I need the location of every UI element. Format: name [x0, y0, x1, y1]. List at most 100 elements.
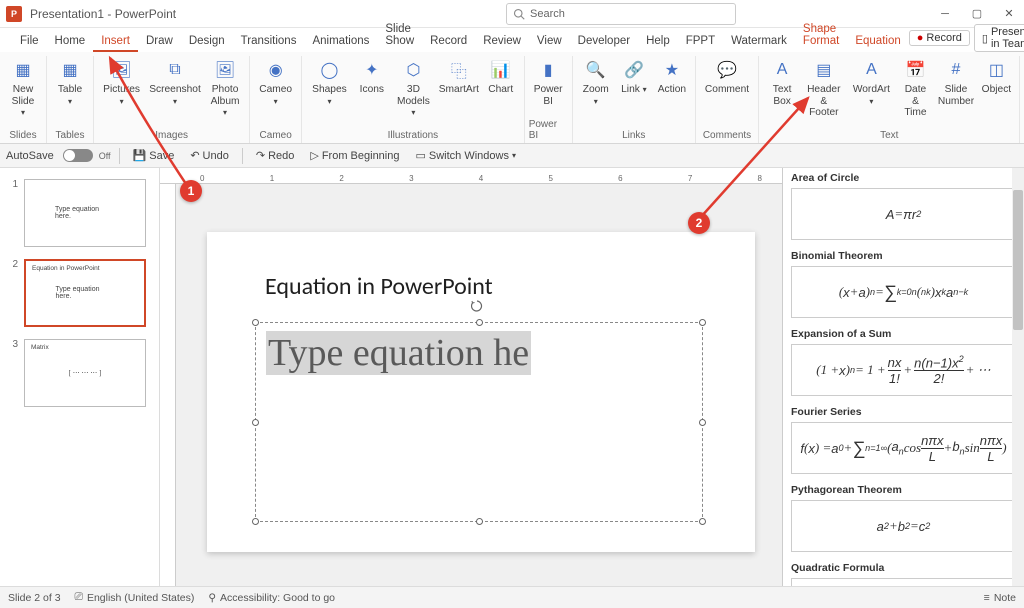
- content-placeholder-box[interactable]: Type equation he: [255, 322, 703, 522]
- ribbon-text-box-button[interactable]: ATextBox: [763, 56, 801, 130]
- switch-windows-button[interactable]: ▭Switch Windows▾: [410, 147, 521, 164]
- tab-shape-format[interactable]: Shape Format: [795, 20, 847, 52]
- equation-placeholder-text[interactable]: Type equation he: [266, 331, 531, 375]
- chevron-down-icon: ▾: [643, 85, 647, 94]
- ribbon-zoom-button[interactable]: 🔍Zoom ▾: [577, 56, 615, 130]
- close-button[interactable]: ✕: [1000, 5, 1018, 23]
- present-in-teams-button[interactable]: ▯Present in Teams: [974, 24, 1024, 52]
- window-controls: ─ ▢ ✕: [936, 5, 1018, 23]
- slide-title-text[interactable]: Equation in PowerPoint: [265, 272, 493, 301]
- ribbon-cameo-button[interactable]: ◉Cameo ▾: [254, 56, 297, 130]
- slide-thumbnail-pane[interactable]: 1Type equation here.2Equation in PowerPo…: [0, 168, 160, 586]
- zoom-icon: 🔍: [585, 59, 607, 81]
- equation-gallery-pane[interactable]: Area of CircleA = πr2Binomial Theorem(x …: [782, 168, 1024, 586]
- ribbon-link-button[interactable]: 🔗Link ▾: [615, 56, 653, 130]
- resize-handle[interactable]: [476, 518, 483, 525]
- equation-item-preview[interactable]: (x + a)n = ∑k=0n (nk) xkan−k: [791, 266, 1016, 318]
- resize-handle[interactable]: [699, 319, 706, 326]
- ribbon-table-button[interactable]: ▦Table ▾: [51, 56, 89, 130]
- tab-file[interactable]: File: [12, 32, 47, 52]
- ribbon-object-button[interactable]: ◫Object: [977, 56, 1015, 130]
- ribbon-power-bi-button[interactable]: ▮PowerBI: [529, 56, 568, 119]
- thumbnail-number: 1: [8, 179, 18, 190]
- cameo-icon: ◉: [265, 59, 287, 81]
- maximize-button[interactable]: ▢: [968, 5, 986, 23]
- ribbon-screenshot-button[interactable]: ⧉Screenshot ▾: [145, 56, 205, 130]
- resize-handle[interactable]: [252, 518, 259, 525]
- tab-slideshow[interactable]: Slide Show: [377, 20, 422, 52]
- redo-button[interactable]: ↷Redo: [251, 147, 300, 164]
- ribbon--d-models-button[interactable]: ⬡3DModels ▾: [391, 56, 436, 130]
- resize-handle[interactable]: [476, 319, 483, 326]
- ribbon-item-label: Link ▾: [621, 84, 647, 96]
- tab-help[interactable]: Help: [638, 32, 678, 52]
- comment-icon: 💬: [716, 59, 738, 81]
- equation-item-preview[interactable]: A = πr2: [791, 188, 1016, 240]
- ribbon-shapes-button[interactable]: ◯Shapes ▾: [306, 56, 353, 130]
- ribbon-group-cameo: ◉Cameo ▾Cameo: [250, 56, 302, 143]
- slide-thumbnail[interactable]: Type equation here.: [24, 179, 146, 247]
- ribbon-slide-number-button[interactable]: #SlideNumber: [935, 56, 978, 130]
- scrollbar-thumb[interactable]: [1013, 190, 1023, 330]
- ribbon-smartart-button[interactable]: ⿻SmartArt: [436, 56, 482, 130]
- tab-view[interactable]: View: [529, 32, 570, 52]
- resize-handle[interactable]: [699, 518, 706, 525]
- from-beginning-button[interactable]: ▷From Beginning: [305, 147, 404, 164]
- tab-watermark[interactable]: Watermark: [723, 32, 795, 52]
- slide-canvas[interactable]: Equation in PowerPoint Type equation he: [207, 232, 755, 552]
- equation-item-preview[interactable]: f(x) = a0 + ∑n=1∞ (an cos nπxL + bn sin …: [791, 422, 1016, 474]
- slide-editor-area[interactable]: 012345678 Equation in PowerPoint Type eq…: [160, 168, 782, 586]
- tab-animations[interactable]: Animations: [304, 32, 377, 52]
- tab-developer[interactable]: Developer: [570, 32, 638, 52]
- icons-icon: ✦: [361, 59, 383, 81]
- tab-draw[interactable]: Draw: [138, 32, 181, 52]
- tab-review[interactable]: Review: [475, 32, 529, 52]
- ribbon-comment-button[interactable]: 💬Comment: [700, 56, 754, 130]
- ribbon-new-slide-button[interactable]: ▦NewSlide ▾: [4, 56, 42, 130]
- ribbon-date-time-button[interactable]: 📅Date &Time: [896, 56, 934, 130]
- slide-thumbnail[interactable]: Equation in PowerPointType equation here…: [24, 259, 146, 327]
- accessibility-indicator[interactable]: ⚲Accessibility: Good to go: [208, 592, 335, 604]
- record-button[interactable]: ●Record: [909, 30, 970, 46]
- tab-insert[interactable]: Insert: [93, 32, 138, 52]
- tab-design[interactable]: Design: [181, 32, 233, 52]
- resize-handle[interactable]: [252, 419, 259, 426]
- ribbon-wordart-button[interactable]: AWordArt ▾: [846, 56, 896, 130]
- equation-item-preview[interactable]: a2 + b2 = c2: [791, 500, 1016, 552]
- chevron-down-icon: ▾: [274, 97, 278, 106]
- rotate-handle[interactable]: [471, 300, 483, 312]
- equation-item-title: Quadratic Formula: [791, 562, 1016, 574]
- equation-item-preview[interactable]: x = −b ± √(b2 − 4ac)2a: [791, 578, 1016, 586]
- tab-fppt[interactable]: FPPT: [678, 32, 723, 52]
- ribbon-chart-button[interactable]: 📊Chart: [482, 56, 520, 130]
- tab-record[interactable]: Record: [422, 32, 475, 52]
- ribbon: ▦NewSlide ▾Slides▦Table ▾Tables🖼Pictures…: [0, 52, 1024, 144]
- ribbon-pictures-button[interactable]: 🖼Pictures ▾: [98, 56, 145, 130]
- workspace: 1Type equation here.2Equation in PowerPo…: [0, 168, 1024, 586]
- save-button[interactable]: 💾Save: [128, 147, 180, 164]
- resize-handle[interactable]: [699, 419, 706, 426]
- undo-button[interactable]: ↶Undo: [185, 147, 234, 164]
- ribbon-icons-button[interactable]: ✦Icons: [353, 56, 391, 130]
- ribbon-photo-album-button[interactable]: 🖼PhotoAlbum ▾: [205, 56, 245, 130]
- minimize-button[interactable]: ─: [936, 5, 954, 23]
- title-bar: P Presentation1 - PowerPoint Search ─ ▢ …: [0, 0, 1024, 28]
- autosave-toggle[interactable]: [63, 149, 93, 162]
- language-indicator[interactable]: ⎚English (United States): [75, 591, 195, 604]
- scrollbar[interactable]: [1012, 168, 1024, 586]
- search-box[interactable]: Search: [506, 3, 736, 25]
- slide-thumbnail[interactable]: Matrix[ ⋯ ⋯ ⋯ ]: [24, 339, 146, 407]
- notes-button[interactable]: ≡Note: [984, 592, 1016, 604]
- ruler-tick: 6: [618, 174, 622, 183]
- resize-handle[interactable]: [252, 319, 259, 326]
- tab-home[interactable]: Home: [47, 32, 94, 52]
- tab-equation[interactable]: Equation: [847, 32, 908, 52]
- equation-item-title: Expansion of a Sum: [791, 328, 1016, 340]
- tab-transitions[interactable]: Transitions: [233, 32, 305, 52]
- pictures-icon: 🖼: [111, 59, 133, 81]
- ribbon-header-footer-button[interactable]: ▤Header& Footer: [801, 56, 846, 130]
- ribbon-action-button[interactable]: ★Action: [653, 56, 691, 130]
- equation-item-preview[interactable]: (1 + x)n = 1 + nx1! + n(n−1)x22! + ⋯: [791, 344, 1016, 396]
- app-name: PowerPoint: [115, 7, 176, 21]
- slide-counter[interactable]: Slide 2 of 3: [8, 592, 61, 604]
